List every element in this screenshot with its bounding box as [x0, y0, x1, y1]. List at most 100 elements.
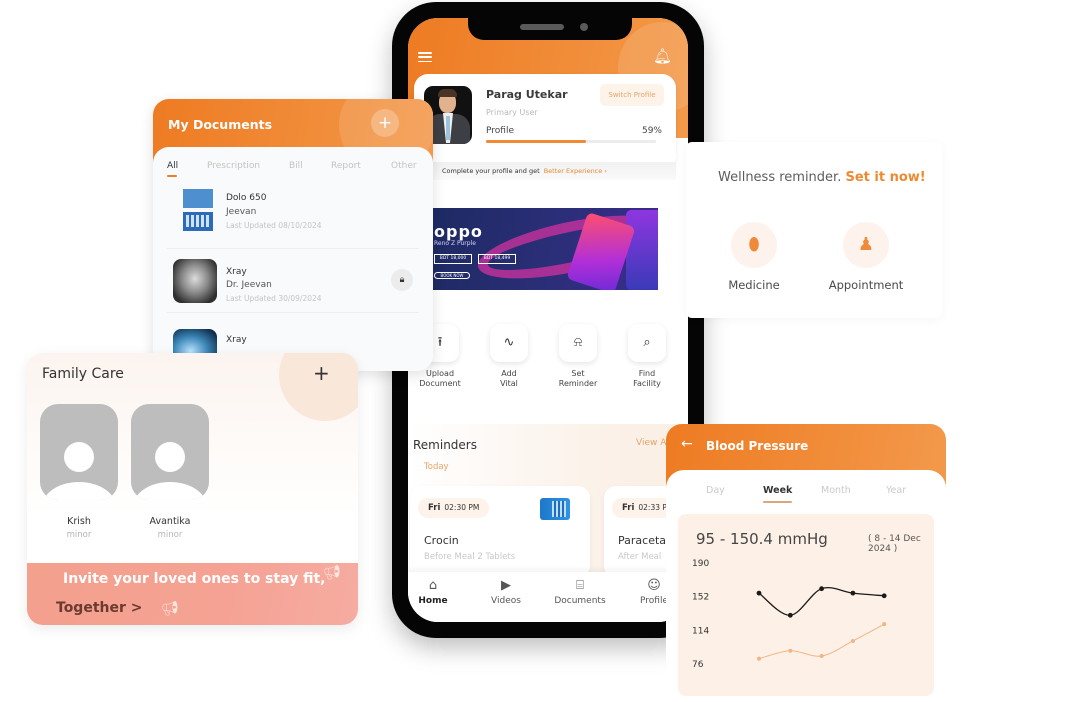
bp-date-range: ( 8 - 14 Dec 2024 ): [868, 534, 921, 554]
document-owner: Jeevan: [226, 207, 257, 217]
bp-chart-panel: 95 - 150.4 mmHg ( 8 - 14 Dec 2024 ) 190 1…: [678, 514, 934, 696]
promo-model: Reno Z Purple: [434, 240, 476, 247]
tab-month[interactable]: Month: [821, 485, 851, 496]
reminder-note: Before Meal 2 Tablets: [424, 552, 516, 562]
tab-year[interactable]: Year: [886, 485, 906, 496]
reminder-note: After Meal: [618, 552, 662, 562]
data-point-systolic[interactable]: [850, 590, 856, 596]
tab-day[interactable]: Day: [706, 485, 725, 496]
family-member[interactable]: Avantika minor: [131, 404, 209, 540]
wellness-option-label: Appointment: [828, 278, 904, 292]
doctor-appointment-icon: ♟: [843, 222, 889, 268]
add-document-button[interactable]: +: [371, 109, 399, 137]
quick-actions: ⭱ Upload Document ∿ Add Vital ⍾ Set Remi…: [408, 324, 688, 404]
bell-icon[interactable]: 🔔︎: [653, 47, 672, 65]
medicine-pills-icon: ⬮: [731, 222, 777, 268]
document-name: Xray: [226, 267, 247, 277]
data-point-diastolic[interactable]: [788, 648, 793, 653]
document-thumbnail: [183, 189, 213, 231]
together-link[interactable]: Together >: [56, 600, 143, 616]
nav-documents[interactable]: ⌸ Documents: [548, 578, 612, 606]
document-name: Xray: [226, 335, 247, 345]
promo-brand: oppo: [434, 222, 483, 241]
find-facility-icon: ⌕: [628, 324, 666, 362]
megaphone-icon: 📢︎: [161, 601, 179, 617]
switch-profile-button[interactable]: Switch Profile: [600, 84, 664, 106]
nav-videos[interactable]: ▶ Videos: [474, 578, 538, 606]
set-it-now-link[interactable]: Set it now!: [845, 170, 925, 185]
nav-label: Documents: [554, 596, 606, 606]
wellness-reminder-text: Wellness reminder. Set it now!: [718, 170, 926, 185]
member-avatar-icon: [40, 404, 118, 500]
reminder-day: Fri: [428, 503, 441, 513]
invite-banner[interactable]: Invite your loved ones to stay fit, Toge…: [27, 563, 358, 625]
member-tag: minor: [157, 530, 183, 540]
phone-mockup: 🔔︎ Parag Utekar Primary User Switch Prof…: [392, 2, 704, 638]
hamburger-icon[interactable]: [418, 52, 432, 63]
bottom-nav: ⌂ Home ▶ Videos ⌸ Documents ☺ Profile: [408, 572, 688, 622]
phone-screen: 🔔︎ Parag Utekar Primary User Switch Prof…: [408, 18, 688, 622]
tab-week[interactable]: Week: [763, 485, 793, 503]
document-row[interactable]: Xray Dr. Jeevan Last Updated 30/09/2024 …: [167, 249, 419, 313]
data-point-systolic[interactable]: [819, 586, 824, 592]
wellness-reminder-card: Wellness reminder. Set it now! ⬮ Medicin…: [686, 142, 942, 318]
wellness-option-label: Medicine: [728, 278, 780, 292]
vital-pulse-icon: ∿: [490, 324, 528, 362]
quick-action-label: Set Reminder: [558, 369, 598, 388]
reminder-card[interactable]: Fri 02:30 PM Crocin Before Meal 2 Tablets: [410, 486, 590, 578]
tab-prescription[interactable]: Prescription: [207, 161, 260, 171]
add-family-member-button[interactable]: +: [313, 361, 330, 385]
complete-profile-prompt[interactable]: Complete your profile and get Better Exp…: [414, 162, 676, 180]
reminder-medicine-name: Crocin: [424, 534, 459, 547]
reminder-time-text: 02:30 PM: [444, 503, 480, 512]
y-tick-label: 152: [692, 593, 709, 603]
data-point-systolic[interactable]: [881, 593, 887, 599]
tab-bill[interactable]: Bill: [289, 161, 303, 171]
profile-role: Primary User: [486, 108, 538, 117]
profile-progress-fill: [486, 140, 587, 143]
data-point-diastolic[interactable]: [850, 638, 855, 643]
reminder-time: Fri 02:30 PM: [418, 498, 490, 518]
banner-phone-back: [626, 210, 658, 290]
wellness-option-appointment[interactable]: ♟ Appointment: [818, 222, 914, 292]
home-icon: ⌂: [428, 578, 438, 593]
reminders-section: Reminders View All Today Fri 02:30 PM Cro…: [408, 424, 688, 578]
tab-other[interactable]: Other: [391, 161, 417, 171]
nav-label: Videos: [491, 596, 521, 606]
family-care-card: Family Care + Krish minor Avantika minor…: [27, 353, 358, 625]
data-point-systolic[interactable]: [787, 612, 793, 618]
member-tag: minor: [66, 530, 92, 540]
nav-home[interactable]: ⌂ Home: [408, 578, 465, 606]
y-tick-label: 190: [692, 559, 709, 569]
reminders-title: Reminders: [413, 438, 477, 452]
better-experience-link[interactable]: Better Experience ›: [544, 167, 607, 175]
member-name: Avantika: [149, 516, 191, 527]
promo-banner[interactable]: oppo Reno Z Purple BDT 18,000 BDT 18,499…: [426, 208, 658, 290]
quick-action-label: Upload Document: [419, 369, 461, 388]
phone-notch: [468, 18, 632, 40]
data-point-diastolic[interactable]: [882, 622, 887, 627]
book-now-button[interactable]: BOOK NOW: [434, 272, 470, 279]
wellness-option-medicine[interactable]: ⬮ Medicine: [706, 222, 802, 292]
quick-action-find-facility[interactable]: ⌕ Find Facility: [617, 324, 677, 389]
bp-body: Day Week Month Year 95 - 150.4 mmHg ( 8 …: [666, 470, 946, 696]
quick-action-label: Find Facility: [633, 369, 661, 388]
profile-name: Parag Utekar: [486, 88, 568, 101]
reminders-today-label: Today: [424, 462, 449, 472]
promo-price-1: BDT 18,000: [434, 254, 472, 264]
back-arrow-icon[interactable]: ←: [681, 436, 693, 452]
invite-text: Invite your loved ones to stay fit,: [63, 571, 326, 587]
lock-icon[interactable]: 🔒︎: [391, 269, 413, 291]
megaphone-icon: 📢︎: [323, 565, 341, 581]
document-row[interactable]: Dolo 650 Jeevan Last Updated 08/10/2024: [167, 185, 419, 249]
quick-action-set-reminder[interactable]: ⍾ Set Reminder: [548, 324, 608, 389]
data-point-diastolic[interactable]: [819, 654, 824, 659]
profile-card: Parag Utekar Primary User Switch Profile…: [414, 74, 676, 170]
wellness-text: Wellness reminder.: [718, 170, 842, 185]
family-member[interactable]: Krish minor: [40, 404, 118, 540]
tab-all[interactable]: All: [167, 161, 178, 177]
data-point-diastolic[interactable]: [757, 656, 761, 661]
quick-action-add-vital[interactable]: ∿ Add Vital: [479, 324, 539, 389]
data-point-systolic[interactable]: [756, 590, 762, 596]
tab-report[interactable]: Report: [331, 161, 361, 171]
